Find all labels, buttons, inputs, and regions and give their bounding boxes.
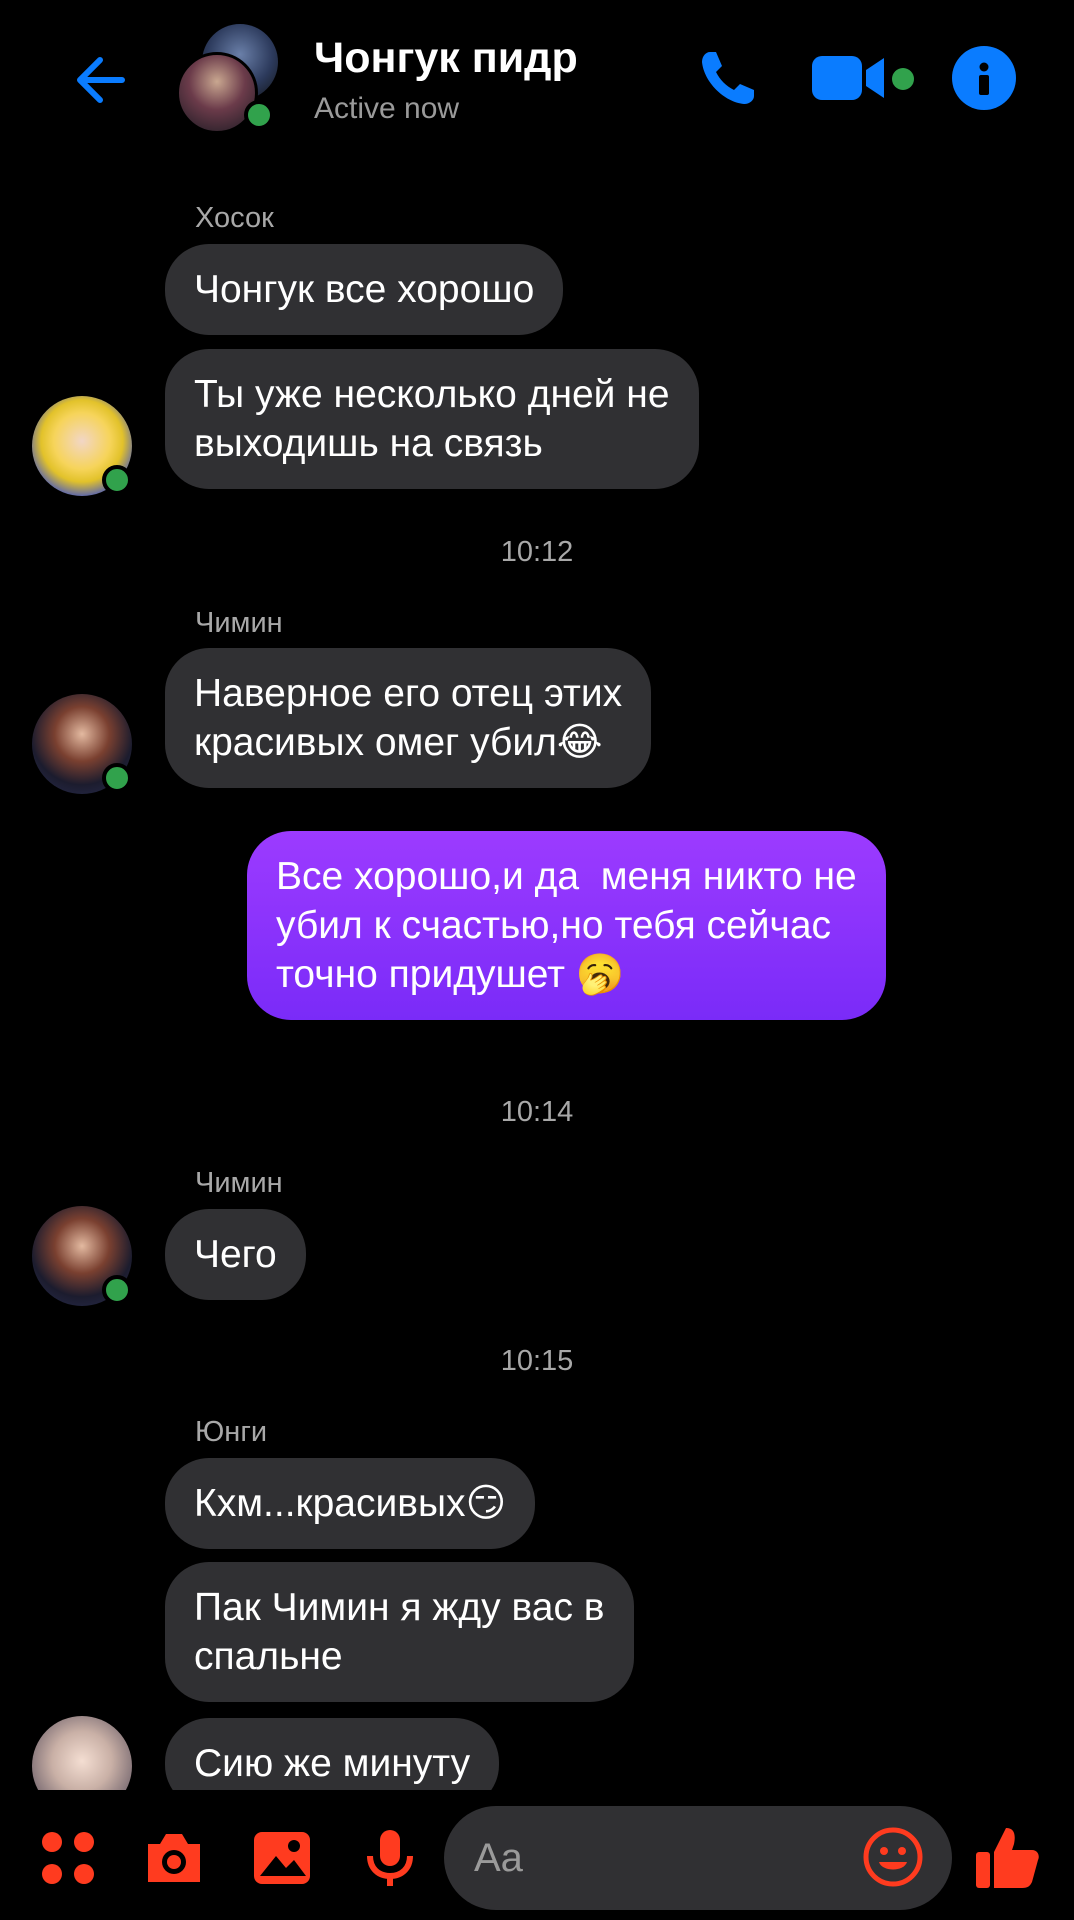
- phone-icon[interactable]: [696, 46, 760, 110]
- message-input-placeholder: Aa: [474, 1836, 523, 1880]
- online-indicator: [102, 763, 132, 793]
- online-indicator: [102, 465, 132, 495]
- gallery-icon[interactable]: [250, 1826, 314, 1890]
- message-bubble[interactable]: Кхм...красивых😏: [165, 1458, 536, 1549]
- info-icon[interactable]: [952, 46, 1016, 110]
- info-glyph-icon: [979, 62, 989, 95]
- my-message-bubble[interactable]: Все хорошо,и да меня никто не убил к сча…: [247, 831, 886, 1020]
- message-bubble[interactable]: Чонгук все хорошо: [165, 244, 564, 335]
- sender-name: Чимин: [195, 1167, 283, 1199]
- back-arrow-icon[interactable]: [64, 48, 128, 112]
- timestamp: 10:14: [500, 1096, 574, 1128]
- conversation-title[interactable]: Чонгук пидр: [314, 34, 578, 83]
- video-camera-icon[interactable]: [810, 52, 890, 104]
- message-bubble[interactable]: Чего: [165, 1209, 306, 1300]
- sender-name: Юнги: [195, 1416, 268, 1448]
- microphone-icon[interactable]: [358, 1826, 422, 1890]
- apps-icon[interactable]: [36, 1826, 100, 1890]
- like-icon[interactable]: [972, 1822, 1042, 1892]
- camera-icon[interactable]: [142, 1826, 206, 1890]
- online-indicator: [244, 100, 274, 130]
- message-bubble[interactable]: Ты уже несколько дней не выходишь на свя…: [165, 349, 699, 489]
- message-bubble[interactable]: Пак Чимин я жду вас в спальне: [165, 1562, 634, 1702]
- message-bubble[interactable]: Наверное его отец этих красивых омег уби…: [165, 648, 652, 788]
- sender-name: Хосок: [195, 202, 274, 234]
- active-status: Active now: [314, 92, 460, 125]
- emoji-icon[interactable]: [862, 1826, 924, 1888]
- timestamp: 10:12: [500, 536, 574, 568]
- timestamp: 10:15: [500, 1345, 574, 1377]
- online-indicator: [102, 1275, 132, 1305]
- conversation-header: Чонгук пидр Active now: [0, 0, 1074, 150]
- sender-name: Чимин: [195, 607, 283, 639]
- video-active-dot: [892, 68, 914, 90]
